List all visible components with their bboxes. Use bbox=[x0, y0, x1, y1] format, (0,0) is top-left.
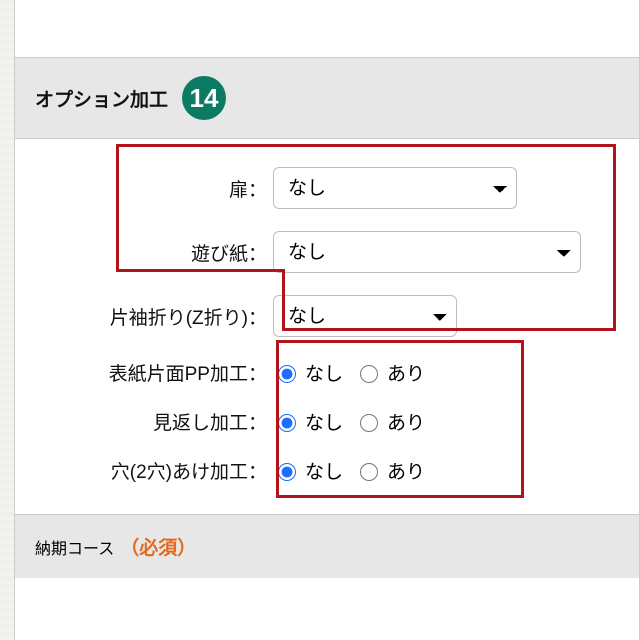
radio-input-pp-nashi[interactable] bbox=[278, 365, 296, 383]
form-panel: オプション加工 14 扉： なし 遊び紙： なし 片袖折り( bbox=[14, 0, 640, 640]
row-mikae: 見返し加工： なし あり bbox=[37, 408, 617, 435]
radio-input-ana-ari[interactable] bbox=[360, 463, 378, 481]
radio-input-ana-nashi[interactable] bbox=[278, 463, 296, 481]
radio-pp-nashi[interactable]: なし bbox=[273, 359, 343, 386]
section-title-options: オプション加工 bbox=[35, 85, 168, 112]
row-katasodeori: 片袖折り(Z折り)： なし bbox=[37, 295, 617, 337]
section-header-options: オプション加工 14 bbox=[15, 58, 639, 139]
step-badge-14: 14 bbox=[182, 76, 226, 120]
select-katasodeori[interactable]: なし bbox=[273, 295, 457, 337]
label-tobira: 扉： bbox=[37, 175, 273, 202]
prev-section-spacer bbox=[15, 0, 639, 58]
radio-input-mikae-nashi[interactable] bbox=[278, 414, 296, 432]
section-header-nouki: 納期コース （必須） bbox=[15, 514, 639, 578]
radio-mikae-nashi[interactable]: なし bbox=[273, 408, 343, 435]
row-tobira: 扉： なし bbox=[37, 167, 617, 209]
radio-ana-nashi[interactable]: なし bbox=[273, 457, 343, 484]
section-title-nouki: 納期コース bbox=[35, 535, 114, 559]
label-pp: 表紙片面PP加工： bbox=[37, 359, 273, 386]
select-asobigami[interactable]: なし bbox=[273, 231, 581, 273]
radio-mikae-ari[interactable]: あり bbox=[355, 408, 425, 435]
radio-input-pp-ari[interactable] bbox=[360, 365, 378, 383]
left-texture-stripe bbox=[0, 0, 14, 640]
label-katasodeori: 片袖折り(Z折り)： bbox=[37, 303, 273, 330]
options-body: 扉： なし 遊び紙： なし 片袖折り(Z折り)： なし bbox=[15, 139, 639, 514]
select-tobira[interactable]: なし bbox=[273, 167, 517, 209]
radio-ana-ari[interactable]: あり bbox=[355, 457, 425, 484]
label-asobigami: 遊び紙： bbox=[37, 239, 273, 266]
nouki-body-spacer bbox=[15, 578, 639, 638]
label-mikae: 見返し加工： bbox=[37, 408, 273, 435]
row-ana: 穴(2穴)あけ加工： なし あり bbox=[37, 457, 617, 484]
row-asobigami: 遊び紙： なし bbox=[37, 231, 617, 273]
radio-pp-ari[interactable]: あり bbox=[355, 359, 425, 386]
label-ana: 穴(2穴)あけ加工： bbox=[37, 457, 273, 484]
required-tag: （必須） bbox=[120, 533, 196, 560]
radio-input-mikae-ari[interactable] bbox=[360, 414, 378, 432]
row-pp: 表紙片面PP加工： なし あり bbox=[37, 359, 617, 386]
